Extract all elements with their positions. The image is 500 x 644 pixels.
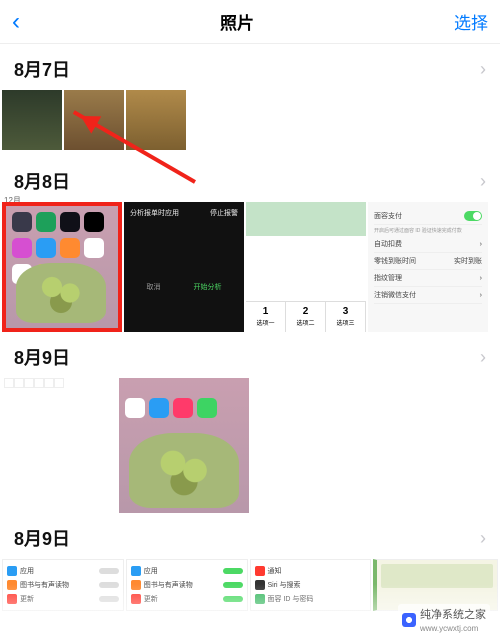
chevron-right-icon: › bbox=[480, 528, 486, 549]
section-header-aug7[interactable]: 8月7日 › bbox=[0, 44, 500, 90]
setting-sub: 开启后可通过面容 ID 验证快速完成付款 bbox=[374, 225, 482, 236]
photo-thumb[interactable]: 分析报单时应用 停止报警 取消 开始分析 bbox=[124, 202, 244, 332]
tab-num: 3 bbox=[343, 306, 349, 317]
setting-label: 自动扣费 bbox=[374, 239, 402, 249]
chevron-right-icon: › bbox=[480, 59, 486, 80]
section-header-aug9[interactable]: 8月9日 › bbox=[0, 332, 500, 378]
chevron-right-icon: › bbox=[480, 171, 486, 192]
watermark: 纯净系统之家 www.ycwxtj.com bbox=[398, 604, 490, 636]
photo-thumb[interactable] bbox=[2, 90, 62, 150]
shot-button-label: 取消 bbox=[147, 282, 161, 292]
chevron-right-icon: › bbox=[480, 347, 486, 368]
watermark-text: 纯净系统之家 bbox=[420, 609, 486, 621]
tab-num: 1 bbox=[263, 306, 269, 317]
back-chevron-icon[interactable]: ‹ bbox=[12, 8, 20, 36]
section-header-aug8[interactable]: 8月8日 › bbox=[0, 150, 500, 202]
nav-title: 照片 bbox=[220, 9, 254, 34]
shot-button-label: 开始分析 bbox=[194, 282, 222, 292]
calendar-grid bbox=[4, 378, 64, 388]
setting-label: 指纹管理 bbox=[374, 273, 402, 283]
photo-thumb[interactable] bbox=[126, 90, 186, 150]
toggle-on-icon bbox=[464, 211, 482, 221]
setting-label: 零钱到账时间 bbox=[374, 256, 416, 266]
shot-label: 停止报警 bbox=[210, 208, 238, 218]
watermark-url: www.ycwxtj.com bbox=[420, 624, 478, 633]
photo-thumb[interactable]: 1选项一 2选项二 3选项三 bbox=[246, 202, 366, 332]
shot-title: 分析报单时应用 bbox=[130, 208, 179, 218]
section-date: 8月7日 bbox=[14, 56, 70, 82]
section-date: 8月9日 bbox=[14, 344, 70, 370]
photo-thumb[interactable] bbox=[119, 378, 249, 513]
section-header-aug9b[interactable]: 8月9日 › bbox=[0, 513, 500, 559]
photo-thumb[interactable]: 通知 Siri 与搜索 面容 ID 与密码 bbox=[250, 559, 372, 611]
setting-label: 注销微信支付 bbox=[374, 290, 416, 300]
photo-thumb[interactable]: 应用 图书与有声读物 更新 bbox=[2, 559, 124, 611]
tab-num: 2 bbox=[303, 306, 309, 317]
section-date: 8月8日 bbox=[14, 168, 70, 194]
watermark-logo-icon bbox=[402, 613, 416, 627]
thumb-row-aug8: 分析报单时应用 停止报警 取消 开始分析 1选项一 2选项二 3选项三 面容支付… bbox=[0, 202, 500, 332]
section-date: 8月9日 bbox=[14, 525, 70, 551]
photo-thumb[interactable]: 应用 图书与有声读物 更新 bbox=[126, 559, 248, 611]
photo-thumb[interactable]: 面容支付 开启后可通过面容 ID 验证快速完成付款 自动扣费› 零钱到账时间实时… bbox=[368, 202, 488, 332]
setting-label: 面容支付 bbox=[374, 211, 402, 221]
photo-thumb-highlighted[interactable] bbox=[2, 202, 122, 332]
nav-bar: ‹ 照片 选择 bbox=[0, 0, 500, 44]
select-button[interactable]: 选择 bbox=[454, 9, 488, 34]
